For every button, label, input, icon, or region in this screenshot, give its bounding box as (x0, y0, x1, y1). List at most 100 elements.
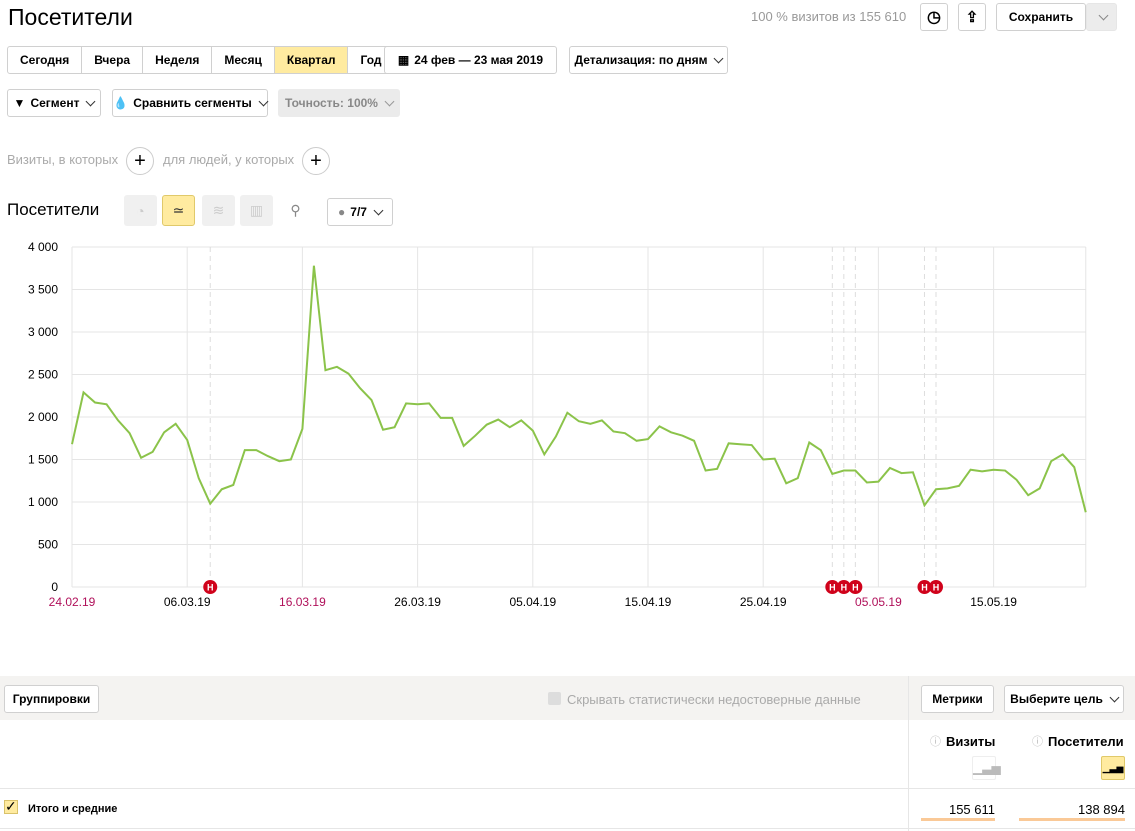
x-tick-label: 16.03.19 (279, 595, 326, 609)
visitors-share-bar (1019, 818, 1125, 821)
date-range-button[interactable]: ▦ 24 фев — 23 мая 2019 (384, 46, 557, 74)
x-tick-label: 05.04.19 (509, 595, 556, 609)
people-condition-label: для людей, у которых (163, 152, 295, 167)
area-chart-icon: ≋ (212, 202, 225, 218)
column-header-visitors[interactable]: ⓘ Посетители (1032, 733, 1124, 749)
plus-icon: + (310, 149, 322, 172)
chevron-down-icon (373, 205, 384, 215)
holiday-marker-label: Н (829, 583, 836, 593)
total-visits: 155 611 (948, 802, 995, 817)
segment-button[interactable]: ▼ Сегмент (7, 89, 101, 117)
column-divider (908, 676, 909, 831)
line-chart-icon: ≃ (172, 202, 185, 218)
map-pin-icon: ⚲ (290, 202, 301, 218)
groupings-button[interactable]: Группировки (4, 685, 99, 713)
x-tick-label: 26.03.19 (394, 595, 441, 609)
chart-title: Посетители (7, 200, 100, 219)
holiday-marker-label: Н (841, 583, 848, 593)
compare-segments-button[interactable]: 💧 Сравнить сегменты (112, 89, 269, 117)
chart-visitors-toggle[interactable]: ▁▃▅ (1101, 756, 1125, 780)
bar-chart-icon: ▁▃▅ (1102, 763, 1124, 773)
pie-icon: ◔ (136, 202, 145, 219)
period-selector: Сегодня Вчера Неделя Месяц Квартал Год (7, 46, 395, 74)
row-divider (0, 788, 1135, 789)
total-visitors: 138 894 (1078, 802, 1125, 817)
comment-icon: ● (338, 205, 346, 219)
accuracy-label: Точность: 100% (285, 96, 378, 110)
y-tick-label: 1 500 (28, 453, 58, 467)
visits-share-bar (921, 818, 995, 821)
hide-unreliable-label: Скрывать статистически недостоверные дан… (567, 692, 861, 707)
metrics-button[interactable]: Метрики (921, 685, 994, 713)
y-tick-label: 500 (38, 538, 58, 552)
drops-icon: 💧 (113, 96, 129, 110)
detail-label: Детализация: по дням (574, 53, 708, 67)
history-button[interactable]: ◷ (920, 3, 948, 31)
chart-visits-toggle[interactable]: ▁▃▅ (972, 756, 1001, 780)
chevron-down-icon (1109, 692, 1120, 702)
y-tick-label: 3 500 (28, 283, 58, 297)
y-tick-label: 3 000 (28, 325, 58, 339)
bar-chart-icon: ▁▃▅ (973, 761, 1001, 775)
y-tick-label: 2 500 (28, 368, 58, 382)
holiday-marker-label: Н (921, 583, 928, 593)
goal-label: Выберите цель (1010, 692, 1103, 706)
bar-chart-button[interactable]: ▥ (240, 195, 273, 226)
visitors-line-chart: 0 500 1 000 1 500 2 000 2 500 3 000 3 500 4 000 2… (28, 240, 1087, 609)
total-row-label: Итого и средние (28, 803, 118, 815)
total-row-checkbox[interactable]: ✓ (4, 798, 18, 814)
chevron-down-icon (258, 96, 269, 106)
holiday-marker-label: Н (852, 583, 859, 593)
x-tick-label: 25.04.19 (740, 595, 787, 609)
y-tick-label: 2 000 (28, 410, 58, 424)
goal-dropdown[interactable]: Выберите цель (1004, 685, 1124, 713)
x-tick-label: 24.02.19 (49, 595, 96, 609)
add-people-condition-button[interactable]: + (302, 147, 330, 175)
x-tick-label: 15.04.19 (625, 595, 672, 609)
line-chart-button[interactable]: ≃ (162, 195, 195, 226)
period-0[interactable]: Сегодня (8, 47, 83, 73)
chevron-down-icon (714, 53, 724, 63)
chevron-down-icon (86, 96, 96, 106)
period-4[interactable]: Квартал (274, 47, 349, 73)
holiday-marker-label: Н (933, 583, 940, 593)
area-chart-button[interactable]: ≋ (202, 195, 235, 226)
hide-unreliable-checkbox[interactable] (548, 692, 561, 705)
period-3[interactable]: Месяц (212, 47, 275, 73)
pie-chart-button[interactable]: ◔ (124, 195, 157, 226)
row-divider (0, 828, 1135, 829)
column-header-visits[interactable]: ⓘ Визиты (930, 733, 995, 749)
plus-icon: + (134, 149, 146, 172)
clock-icon: ◷ (927, 9, 941, 26)
x-tick-label: 05.05.19 (855, 595, 902, 609)
add-visit-condition-button[interactable]: + (126, 147, 154, 175)
chevron-down-icon (384, 96, 395, 106)
chevron-down-icon (1098, 10, 1108, 20)
calendar-icon: ▦ (397, 53, 410, 67)
sample-info: 100 % визитов из 155 610 (751, 9, 907, 24)
x-tick-label: 15.05.19 (970, 595, 1017, 609)
segment-label: Сегмент (30, 96, 80, 110)
y-tick-label: 4 000 (28, 240, 58, 254)
annotations-dropdown[interactable]: ● 7/7 (327, 198, 393, 226)
map-button[interactable]: ⚲ (279, 195, 312, 226)
check-icon: ✓ (5, 798, 17, 814)
export-button[interactable]: ⇪ (958, 3, 986, 31)
date-range-label: 24 фев — 23 мая 2019 (414, 53, 544, 67)
help-icon: ⓘ (930, 736, 941, 748)
share-icon: ⇪ (965, 9, 979, 26)
column-label: Посетители (1048, 733, 1124, 749)
detail-dropdown[interactable]: Детализация: по дням (569, 46, 728, 74)
compare-label: Сравнить сегменты (133, 96, 252, 110)
accuracy-dropdown[interactable]: Точность: 100% (278, 89, 400, 117)
period-1[interactable]: Вчера (82, 47, 144, 73)
help-icon: ⓘ (1032, 736, 1043, 748)
save-button[interactable]: Сохранить (996, 3, 1086, 31)
save-menu-button[interactable] (1086, 3, 1117, 31)
period-2[interactable]: Неделя (143, 47, 213, 73)
holiday-marker-label: Н (207, 583, 214, 593)
visitors-series-line (71, 265, 1087, 513)
filter-icon: ▼ (13, 96, 26, 110)
x-tick-label: 06.03.19 (164, 595, 211, 609)
y-tick-label: 1 000 (28, 495, 58, 509)
